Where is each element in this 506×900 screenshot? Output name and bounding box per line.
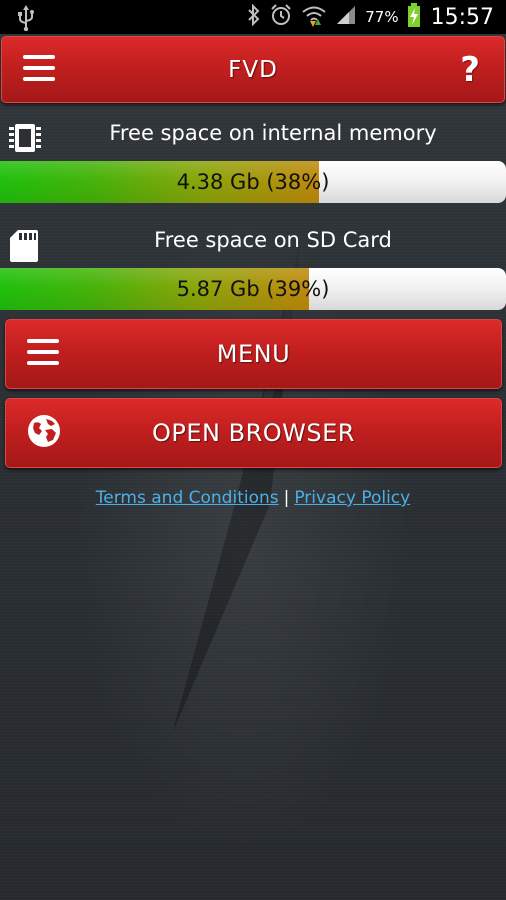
- hamburger-menu-icon[interactable]: [22, 53, 56, 87]
- open-browser-button[interactable]: OPEN BROWSER: [5, 398, 502, 468]
- terms-link[interactable]: Terms and Conditions: [96, 488, 279, 508]
- clock: 15:57: [430, 4, 494, 30]
- battery-charging-icon: [407, 3, 421, 31]
- bluetooth-icon: [247, 3, 261, 30]
- app-title: FVD: [228, 56, 278, 83]
- battery-percent: 77%: [365, 8, 399, 26]
- alarm-icon: [269, 3, 293, 31]
- internal-memory-progress: 4.38 Gb (38%): [0, 161, 506, 203]
- privacy-link[interactable]: Privacy Policy: [294, 488, 410, 508]
- hamburger-menu-icon: [26, 337, 60, 371]
- usb-icon: [16, 5, 36, 35]
- globe-icon: [26, 413, 62, 453]
- open-browser-label: OPEN BROWSER: [152, 419, 355, 447]
- internal-memory-label: Free space on internal memory: [109, 121, 437, 145]
- menu-button[interactable]: MENU: [5, 319, 502, 389]
- signal-icon: [335, 4, 357, 30]
- sd-card-value: 5.87 Gb (39%): [176, 277, 330, 301]
- menu-button-label: MENU: [216, 340, 291, 368]
- link-separator: |: [283, 488, 290, 508]
- app-bar: FVD ?: [1, 36, 505, 103]
- status-bar: 77% 15:57: [0, 0, 506, 34]
- footer-links: Terms and Conditions | Privacy Policy: [0, 488, 506, 508]
- sd-card-label: Free space on SD Card: [154, 228, 392, 252]
- help-icon[interactable]: ?: [460, 53, 480, 87]
- wifi-icon: [301, 3, 327, 31]
- internal-memory-value: 4.38 Gb (38%): [176, 170, 330, 194]
- sd-card-progress: 5.87 Gb (39%): [0, 268, 506, 310]
